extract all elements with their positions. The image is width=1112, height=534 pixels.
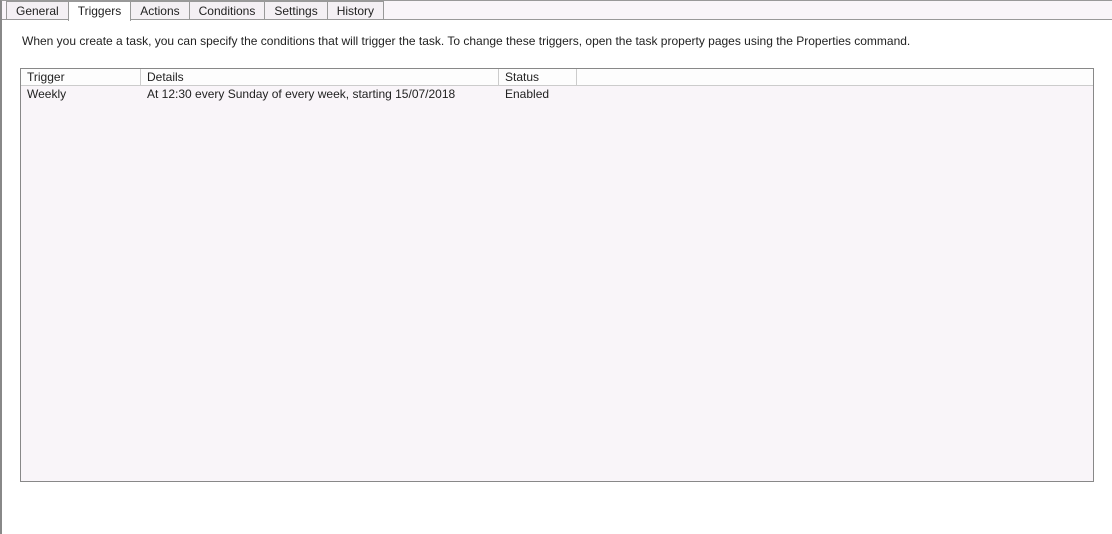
column-header-details[interactable]: Details bbox=[141, 69, 499, 86]
triggers-description: When you create a task, you can specify … bbox=[22, 34, 1094, 48]
table-row[interactable]: Weekly At 12:30 every Sunday of every we… bbox=[21, 86, 1093, 101]
tab-conditions[interactable]: Conditions bbox=[189, 1, 266, 20]
tab-settings[interactable]: Settings bbox=[264, 1, 327, 20]
tab-general[interactable]: General bbox=[6, 1, 69, 20]
list-header: Trigger Details Status bbox=[21, 69, 1093, 86]
cell-trigger: Weekly bbox=[21, 87, 141, 101]
triggers-list[interactable]: Trigger Details Status Weekly At 12:30 e… bbox=[20, 68, 1094, 482]
tab-triggers[interactable]: Triggers bbox=[68, 1, 132, 21]
tab-actions[interactable]: Actions bbox=[130, 1, 189, 20]
cell-details: At 12:30 every Sunday of every week, sta… bbox=[141, 87, 499, 101]
column-header-trigger[interactable]: Trigger bbox=[21, 69, 141, 86]
tab-content: When you create a task, you can specify … bbox=[2, 19, 1112, 534]
tab-bar: General Triggers Actions Conditions Sett… bbox=[2, 1, 1112, 20]
column-header-spacer bbox=[577, 69, 1093, 86]
cell-status: Enabled bbox=[499, 87, 577, 101]
tab-history[interactable]: History bbox=[327, 1, 384, 20]
column-header-status[interactable]: Status bbox=[499, 69, 577, 86]
